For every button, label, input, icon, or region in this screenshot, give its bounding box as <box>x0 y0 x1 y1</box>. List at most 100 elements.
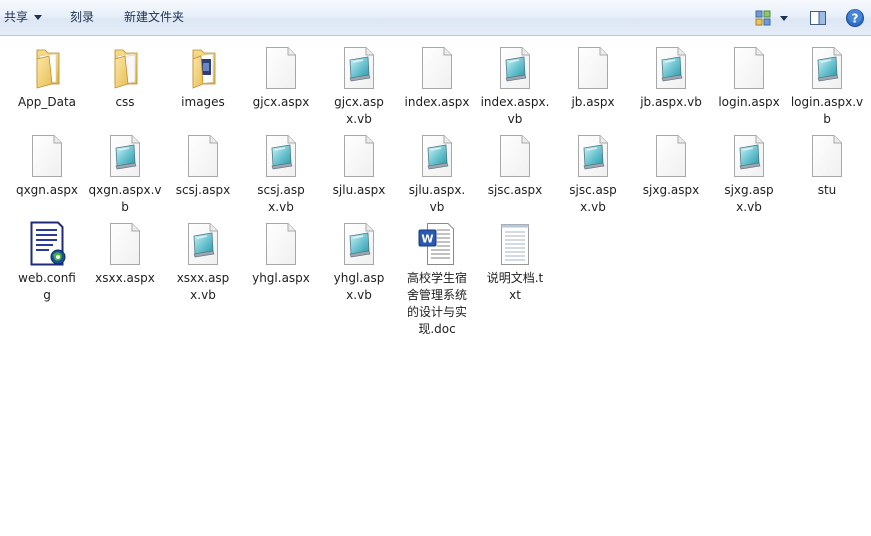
config-file-icon <box>23 220 71 268</box>
file-name: login.aspx <box>718 95 780 109</box>
chevron-down-icon <box>34 15 43 20</box>
burn-button[interactable]: 刻录 <box>70 0 94 35</box>
file-item[interactable]: sjlu.aspx <box>320 132 398 199</box>
file-item[interactable]: qxgn.aspx.vb <box>86 132 164 216</box>
blank-file-icon <box>179 132 227 180</box>
blank-file-icon <box>491 132 539 180</box>
file-name: jb.aspx.vb <box>640 95 702 109</box>
file-name: 说明文档.txt <box>486 271 544 302</box>
file-item[interactable]: login.aspx <box>710 44 788 111</box>
blank-file-icon <box>647 132 695 180</box>
new-folder-label: 新建文件夹 <box>124 10 185 24</box>
text-file-icon <box>491 220 539 268</box>
file-name: gjcx.aspx <box>252 95 310 109</box>
file-name: sjlu.aspx <box>332 183 386 197</box>
vb-file-icon <box>101 132 149 180</box>
vb-file-icon <box>257 132 305 180</box>
file-item[interactable]: index.aspx.vb <box>476 44 554 128</box>
file-name: jb.aspx <box>571 95 615 109</box>
file-item[interactable]: 说明文档.txt <box>476 220 554 304</box>
file-item[interactable]: jb.aspx <box>554 44 632 111</box>
file-name: yhgl.aspx <box>252 271 310 285</box>
file-item[interactable]: qxgn.aspx <box>8 132 86 199</box>
file-name: xsxx.aspx <box>95 271 155 285</box>
blank-file-icon <box>725 44 773 92</box>
file-name: scsj.aspx <box>175 183 231 197</box>
file-item[interactable]: web.config <box>8 220 86 304</box>
file-name: sjlu.aspx.vb <box>408 183 466 214</box>
file-item[interactable]: App_Data <box>8 44 86 111</box>
word-doc-icon: W <box>413 220 461 268</box>
file-name: 高校学生宿舍管理系统的设计与实现.doc <box>406 271 467 336</box>
file-item[interactable]: sjxg.aspx.vb <box>710 132 788 216</box>
blank-file-icon <box>569 44 617 92</box>
blank-file-icon <box>257 220 305 268</box>
vb-file-icon <box>413 132 461 180</box>
view-options-icon[interactable] <box>753 8 773 28</box>
file-name: css <box>115 95 135 109</box>
blank-file-icon <box>335 132 383 180</box>
file-item[interactable]: xsxx.aspx <box>86 220 164 287</box>
share-label: 共享 <box>4 10 29 24</box>
svg-text:?: ? <box>852 12 859 26</box>
file-item[interactable]: gjcx.aspx.vb <box>320 44 398 128</box>
blank-file-icon <box>257 44 305 92</box>
folder-icon <box>23 44 71 92</box>
vb-file-icon <box>335 44 383 92</box>
file-name: scsj.aspx.vb <box>257 183 305 214</box>
file-name: web.config <box>18 271 76 302</box>
blank-file-icon <box>413 44 461 92</box>
vb-file-icon <box>725 132 773 180</box>
vb-file-icon <box>803 44 851 92</box>
file-name: qxgn.aspx <box>15 183 79 197</box>
file-item[interactable]: scsj.aspx <box>164 132 242 199</box>
file-name: images <box>181 95 225 109</box>
file-item[interactable]: sjxg.aspx <box>632 132 710 199</box>
file-item[interactable]: scsj.aspx.vb <box>242 132 320 216</box>
command-bar: 共享 刻录 新建文件夹 ? <box>0 0 871 36</box>
file-name: stu <box>817 183 837 197</box>
file-item[interactable]: xsxx.aspx.vb <box>164 220 242 304</box>
file-item[interactable]: yhgl.aspx.vb <box>320 220 398 304</box>
svg-text:W: W <box>421 233 433 246</box>
file-item[interactable]: yhgl.aspx <box>242 220 320 287</box>
blank-file-icon <box>803 132 851 180</box>
share-menu-button[interactable]: 共享 <box>4 0 43 35</box>
vb-file-icon <box>569 132 617 180</box>
file-item[interactable]: sjsc.aspx <box>476 132 554 199</box>
view-options-chevron-icon[interactable] <box>780 16 788 21</box>
file-item[interactable]: index.aspx <box>398 44 476 111</box>
file-name: yhgl.aspx.vb <box>333 271 385 302</box>
file-name: index.aspx.vb <box>480 95 550 126</box>
new-folder-button[interactable]: 新建文件夹 <box>124 0 184 35</box>
file-name: sjsc.aspx <box>487 183 543 197</box>
file-item[interactable]: sjsc.aspx.vb <box>554 132 632 216</box>
vb-file-icon <box>335 220 383 268</box>
file-name: gjcx.aspx.vb <box>334 95 384 126</box>
file-item[interactable]: jb.aspx.vb <box>632 44 710 111</box>
file-item[interactable]: css <box>86 44 164 111</box>
burn-label: 刻录 <box>70 10 95 24</box>
file-name: App_Data <box>17 95 77 109</box>
file-item[interactable]: stu <box>788 132 866 199</box>
file-item[interactable]: login.aspx.vb <box>788 44 866 128</box>
preview-pane-icon[interactable] <box>808 8 828 28</box>
blank-file-icon <box>23 132 71 180</box>
file-item[interactable]: sjlu.aspx.vb <box>398 132 476 216</box>
file-name: sjsc.aspx.vb <box>569 183 617 214</box>
help-icon[interactable]: ? <box>845 8 865 28</box>
file-item[interactable]: W 高校学生宿舍管理系统的设计与实现.doc <box>398 220 476 338</box>
file-name: sjxg.aspx.vb <box>724 183 774 214</box>
vb-file-icon <box>491 44 539 92</box>
file-name: qxgn.aspx.vb <box>88 183 162 214</box>
vb-file-icon <box>647 44 695 92</box>
file-item[interactable]: gjcx.aspx <box>242 44 320 111</box>
folder-images-icon <box>179 44 227 92</box>
blank-file-icon <box>101 220 149 268</box>
file-name: login.aspx.vb <box>790 95 864 126</box>
file-name: sjxg.aspx <box>642 183 700 197</box>
file-name: index.aspx <box>404 95 470 109</box>
file-item[interactable]: images <box>164 44 242 111</box>
folder-icon <box>101 44 149 92</box>
vb-file-icon <box>179 220 227 268</box>
